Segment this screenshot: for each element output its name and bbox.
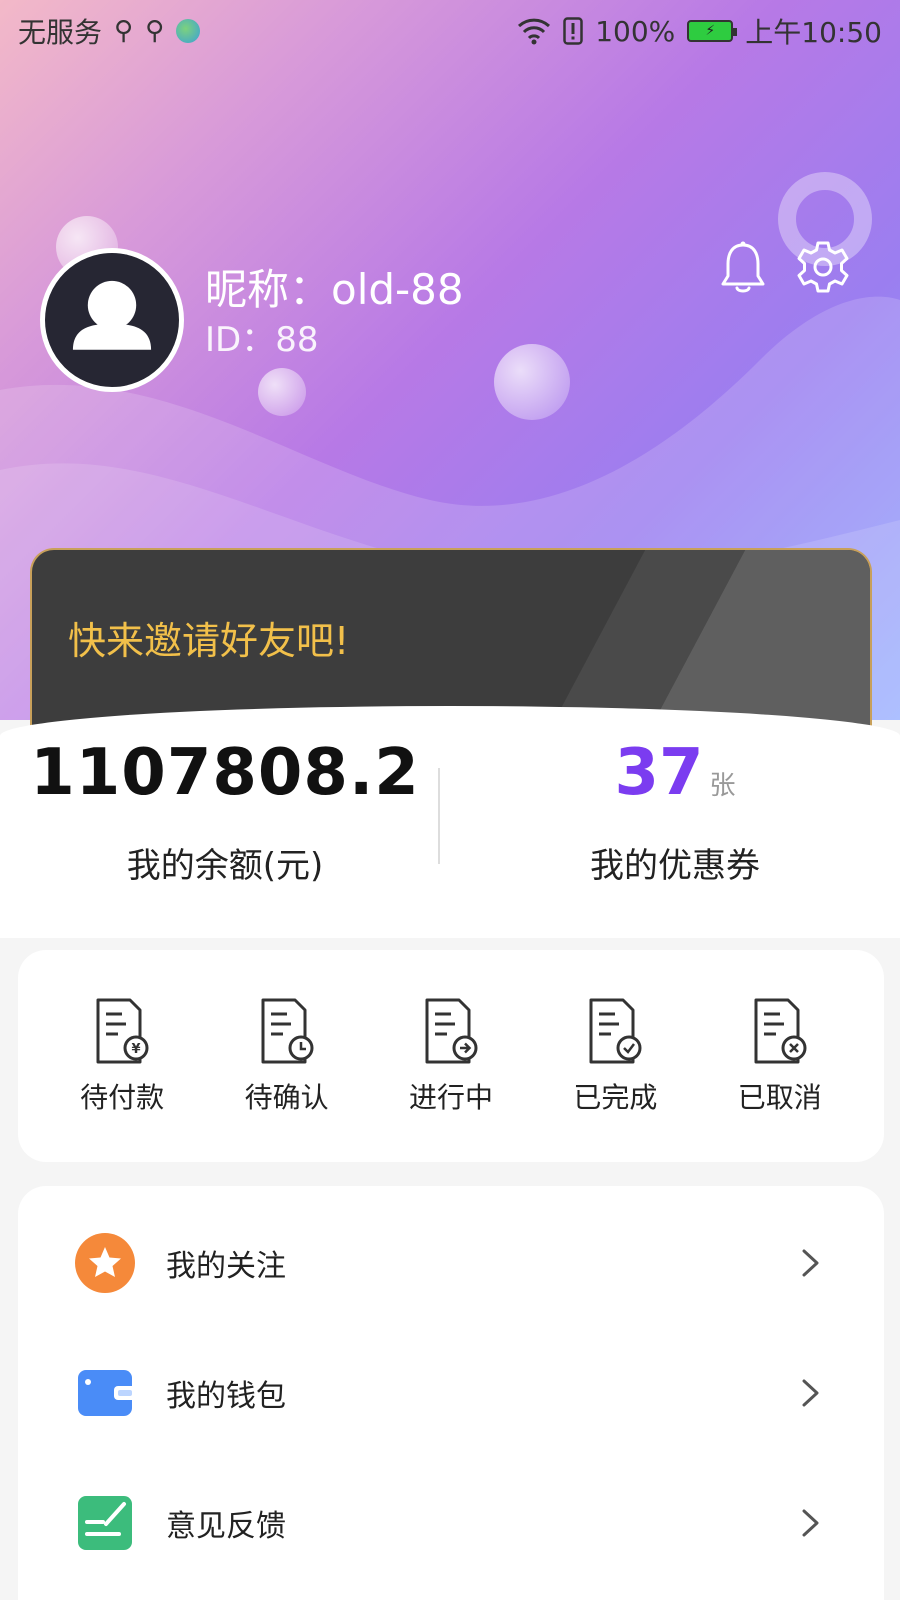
coupon-value: 37 bbox=[614, 736, 704, 810]
stats-panel: 1107808.2 我的余额(元) 37 张 我的优惠券 bbox=[0, 706, 900, 938]
status-bar: 无服务 ⚲ ⚲ 100% ⚡ 上午10:50 bbox=[0, 0, 900, 62]
bubble-decoration bbox=[494, 344, 570, 420]
order-status-in-progress[interactable]: 进行中 bbox=[376, 996, 526, 1116]
avatar[interactable] bbox=[40, 248, 184, 392]
order-status-payment-pending[interactable]: ¥ 待付款 bbox=[47, 996, 197, 1116]
order-label: 已取消 bbox=[737, 1081, 822, 1114]
confirm-pending-icon bbox=[261, 998, 314, 1064]
invite-text: 快来邀请好友吧! bbox=[68, 619, 350, 663]
menu-item-favorites[interactable]: 我的关注 bbox=[18, 1198, 884, 1328]
star-icon bbox=[74, 1232, 136, 1294]
menu-card: 我的关注 我的钱包 意见反馈 bbox=[18, 1186, 884, 1600]
order-label: 待付款 bbox=[80, 1081, 165, 1114]
order-label: 已完成 bbox=[573, 1081, 658, 1114]
wifi-icon bbox=[518, 18, 551, 45]
in-progress-icon bbox=[425, 998, 478, 1064]
order-status-cancelled[interactable]: 已取消 bbox=[705, 996, 855, 1116]
menu-item-feedback[interactable]: 意见反馈 bbox=[18, 1458, 884, 1588]
menu-label: 我的钱包 bbox=[166, 1379, 286, 1414]
order-label: 进行中 bbox=[408, 1081, 493, 1114]
clock-time: 上午10:50 bbox=[745, 16, 882, 49]
order-label: 待确认 bbox=[244, 1081, 329, 1114]
chevron-right-icon bbox=[802, 1509, 819, 1537]
app-notification-icon bbox=[176, 19, 201, 43]
usb-icon: ⚲ bbox=[114, 16, 134, 46]
battery-percent: 100% bbox=[595, 14, 676, 48]
user-silhouette-icon bbox=[72, 280, 152, 350]
feedback-icon bbox=[74, 1492, 136, 1554]
svg-text:¥: ¥ bbox=[132, 1042, 141, 1057]
balance-value[interactable]: 1107808.2 bbox=[0, 736, 450, 810]
menu-label: 我的关注 bbox=[166, 1249, 286, 1284]
chevron-right-icon bbox=[802, 1379, 819, 1407]
menu-item-wallet[interactable]: 我的钱包 bbox=[18, 1328, 884, 1458]
coupon-label[interactable]: 我的优惠券 bbox=[450, 838, 900, 887]
battery-icon: ⚡ bbox=[687, 20, 738, 42]
cancelled-icon bbox=[754, 998, 807, 1064]
chevron-right-icon bbox=[802, 1249, 819, 1277]
orders-card: ¥ 待付款 待确认 进行中 已完成 已取消 bbox=[18, 950, 884, 1162]
completed-icon bbox=[589, 998, 642, 1064]
bubble-decoration bbox=[258, 368, 306, 416]
payment-pending-icon: ¥ bbox=[96, 998, 149, 1064]
order-status-completed[interactable]: 已完成 bbox=[540, 996, 690, 1116]
order-status-confirm-pending[interactable]: 待确认 bbox=[212, 996, 362, 1116]
user-nickname: 昵称：old-88 bbox=[205, 265, 464, 314]
invite-friends-banner[interactable]: 快来邀请好友吧! bbox=[30, 548, 872, 728]
usb-icon: ⚲ bbox=[145, 16, 165, 46]
carrier-text: 无服务 bbox=[18, 16, 103, 49]
user-id: ID：88 bbox=[205, 320, 319, 360]
gear-icon[interactable] bbox=[796, 240, 850, 294]
bell-icon[interactable] bbox=[718, 240, 768, 294]
menu-label: 意见反馈 bbox=[166, 1509, 286, 1544]
coupon-unit: 张 bbox=[709, 771, 736, 801]
sim-alert-icon bbox=[563, 17, 583, 45]
wallet-icon bbox=[74, 1362, 136, 1424]
coupon-count[interactable]: 37 张 bbox=[450, 736, 900, 810]
balance-label[interactable]: 我的余额(元) bbox=[0, 838, 450, 887]
stats-divider bbox=[438, 768, 440, 864]
